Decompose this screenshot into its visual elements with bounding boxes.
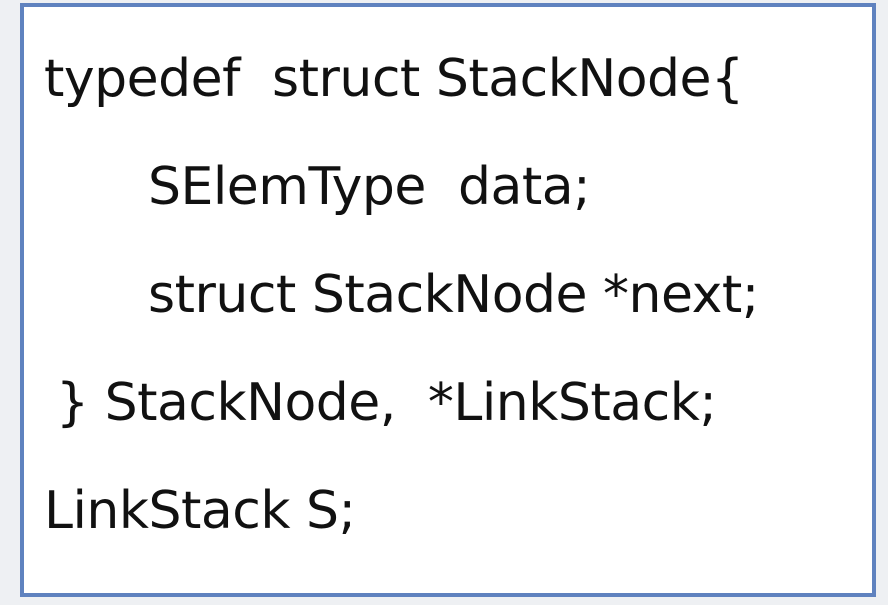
code-line-next-field: struct StackNode *next; <box>148 265 759 325</box>
code-line-typedef: typedef struct StackNode{ <box>44 49 744 109</box>
code-line-struct-close: } StackNode, *LinkStack; <box>56 373 717 433</box>
code-box: typedef struct StackNode{ SElemType data… <box>20 3 876 597</box>
code-line-declaration: LinkStack S; <box>44 481 356 541</box>
code-line-data-field: SElemType data; <box>148 157 591 217</box>
